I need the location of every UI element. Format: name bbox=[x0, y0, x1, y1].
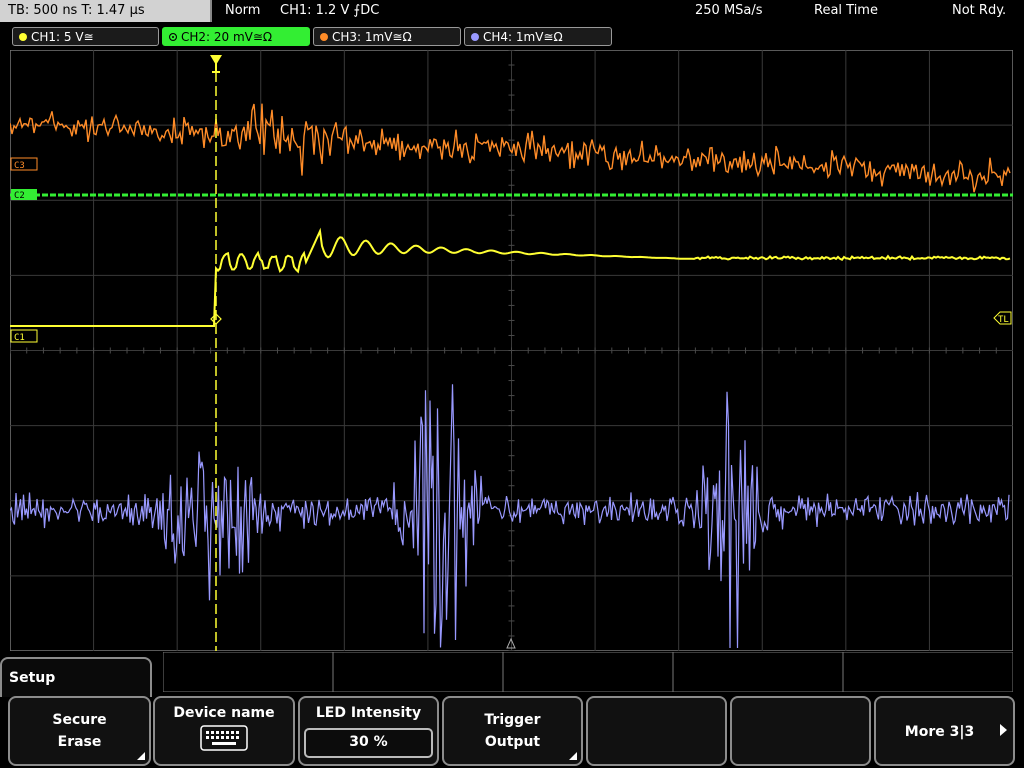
channel-3-label: CH3: 1mV≅Ω bbox=[332, 30, 412, 44]
channel-1-marker[interactable]: C1 bbox=[10, 329, 38, 343]
trigger-output-label-1: Trigger bbox=[484, 712, 541, 728]
channel-4-label: CH4: 1mV≅Ω bbox=[483, 30, 563, 44]
trigger-output-label-2: Output bbox=[484, 734, 541, 750]
keyboard-icon bbox=[200, 725, 248, 751]
menu-strip bbox=[163, 652, 1013, 692]
secure-erase-label-2: Erase bbox=[57, 734, 102, 750]
channel-2-marker-label: C2 bbox=[14, 191, 25, 201]
led-intensity-label: LED Intensity bbox=[315, 705, 422, 721]
empty-softkey-6[interactable] bbox=[730, 696, 871, 766]
next-page-arrow-icon bbox=[1000, 724, 1007, 736]
trigger-level-label: TL bbox=[998, 315, 1009, 325]
channel-bar: CH1: 5 V≅ CH2: 20 mV≅Ω CH3: 1mV≅Ω CH4: 1… bbox=[0, 26, 1024, 48]
waveform-display[interactable]: C3 C2 C1 TL bbox=[10, 50, 1013, 651]
more-button[interactable]: More 3|3 bbox=[874, 696, 1015, 766]
setup-menu-title: Setup bbox=[0, 657, 152, 697]
secure-erase-label-1: Secure bbox=[52, 712, 107, 728]
submenu-corner-icon bbox=[569, 752, 577, 760]
channel-1-marker-label: C1 bbox=[14, 333, 25, 343]
device-name-button[interactable]: Device name bbox=[153, 696, 295, 766]
channel-4-button[interactable]: CH4: 1mV≅Ω bbox=[464, 27, 612, 46]
channel-1-button[interactable]: CH1: 5 V≅ bbox=[12, 27, 159, 46]
submenu-corner-icon bbox=[137, 752, 145, 760]
device-name-label: Device name bbox=[173, 705, 275, 721]
channel-2-button[interactable]: CH2: 20 mV≅Ω bbox=[162, 27, 310, 46]
secure-erase-button[interactable]: Secure Erase bbox=[8, 696, 151, 766]
channel-3-dot-icon bbox=[320, 33, 328, 41]
more-label: More 3|3 bbox=[904, 724, 975, 740]
timebase-readout[interactable]: TB: 500 ns T: 1.47 µs bbox=[0, 0, 212, 22]
trigger-readout[interactable]: CH1: 1.2 V ⨍DC bbox=[280, 0, 379, 22]
realtime-mode: Real Time bbox=[814, 3, 878, 18]
trigger-output-button[interactable]: Trigger Output bbox=[442, 696, 583, 766]
channel-1-label: CH1: 5 V≅ bbox=[31, 30, 94, 44]
channel-2-dot-icon bbox=[169, 33, 177, 41]
channel-3-marker[interactable]: C3 bbox=[10, 157, 38, 171]
channel-3-button[interactable]: CH3: 1mV≅Ω bbox=[313, 27, 461, 46]
trigger-status: Not Rdy. bbox=[952, 3, 1007, 18]
channel-2-marker[interactable]: C2 bbox=[11, 189, 37, 201]
led-intensity-button[interactable]: LED Intensity 30 % bbox=[298, 696, 439, 766]
empty-softkey-5[interactable] bbox=[586, 696, 727, 766]
channel-2-label: CH2: 20 mV≅Ω bbox=[181, 30, 273, 44]
channel-1-dot-icon bbox=[19, 33, 27, 41]
channel-4-dot-icon bbox=[471, 33, 479, 41]
acquisition-mode[interactable]: Norm bbox=[225, 0, 260, 22]
channel-3-marker-label: C3 bbox=[14, 161, 25, 171]
sample-rate: 250 MSa/s bbox=[695, 3, 763, 18]
status-bar: TB: 500 ns T: 1.47 µs Norm CH1: 1.2 V ⨍D… bbox=[0, 0, 1024, 24]
led-intensity-value[interactable]: 30 % bbox=[304, 728, 433, 758]
